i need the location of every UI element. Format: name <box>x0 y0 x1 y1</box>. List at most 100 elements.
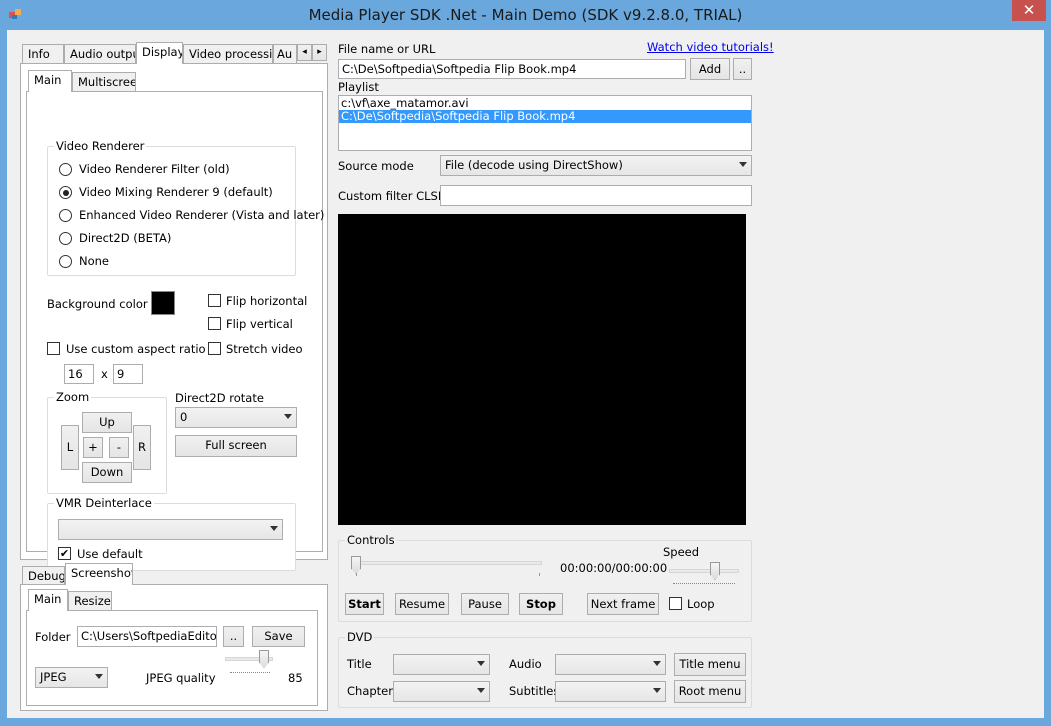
close-button[interactable]: ✕ <box>1012 0 1046 21</box>
aspect-height-input[interactable]: 9 <box>113 364 143 384</box>
speed-track[interactable] <box>669 569 739 573</box>
dvd-label: DVD <box>345 630 375 644</box>
source-mode-value: File (decode using DirectShow) <box>445 158 623 172</box>
resume-button[interactable]: Resume <box>395 593 449 615</box>
folder-label: Folder <box>35 630 71 644</box>
tab-video-processing[interactable]: Video processing <box>183 44 273 64</box>
folder-browse-button[interactable]: .. <box>223 626 244 647</box>
subtab-multiscreen[interactable]: Multiscreen <box>72 72 136 92</box>
file-url-input[interactable]: C:\De\Softpedia\Softpedia Flip Book.mp4 <box>338 59 686 79</box>
zoom-up-button[interactable]: Up <box>82 412 132 433</box>
title-menu-button[interactable]: Title menu <box>674 653 746 676</box>
video-renderer-label: Video Renderer <box>54 139 147 153</box>
screenshot-main-panel: Folder C:\Users\SoftpediaEditor\De .. Sa… <box>26 610 318 706</box>
jpeg-quality-value: 85 <box>288 671 303 685</box>
screenshot-save-button[interactable]: Save <box>252 626 305 647</box>
subtab-screenshot-main[interactable]: Main <box>28 589 68 611</box>
background-color-swatch[interactable] <box>151 291 175 315</box>
source-mode-select[interactable]: File (decode using DirectShow) <box>440 155 752 176</box>
radio-vmr9[interactable] <box>59 186 72 199</box>
tab-display[interactable]: Display <box>136 42 183 64</box>
direct2d-rotate-label: Direct2D rotate <box>175 391 264 405</box>
zoom-label: Zoom <box>54 390 92 404</box>
dvd-chapter-select[interactable] <box>393 681 490 702</box>
radio-vmr9-label: Video Mixing Renderer 9 (default) <box>79 185 273 199</box>
stretch-video-checkbox[interactable] <box>208 342 221 355</box>
zoom-left-button[interactable]: L <box>61 425 79 470</box>
tab-info[interactable]: Info <box>22 44 64 64</box>
folder-input[interactable]: C:\Users\SoftpediaEditor\De <box>77 626 217 647</box>
dvd-chapter-label: Chapter <box>347 684 393 698</box>
stretch-video-label: Stretch video <box>226 342 303 356</box>
flip-vertical-checkbox[interactable] <box>208 317 221 330</box>
radio-none[interactable] <box>59 255 72 268</box>
radio-direct2d[interactable] <box>59 232 72 245</box>
chevron-down-icon <box>739 162 747 167</box>
client-area: Info Audio output Display Video processi… <box>7 30 1044 718</box>
time-display: 00:00:00/00:00:00 <box>560 561 668 575</box>
zoom-down-button[interactable]: Down <box>82 462 132 483</box>
pause-button[interactable]: Pause <box>461 593 509 615</box>
tab-audio-output[interactable]: Audio output <box>64 44 136 64</box>
vmr-deinterlace-select[interactable] <box>58 519 283 540</box>
use-default-label: Use default <box>77 547 143 561</box>
dvd-subtitles-select[interactable] <box>555 681 666 702</box>
controls-label: Controls <box>345 533 397 547</box>
radio-vr-filter-label: Video Renderer Filter (old) <box>79 162 230 176</box>
window-title: Media Player SDK .Net - Main Demo (SDK v… <box>308 6 743 24</box>
subtab-resize[interactable]: Resize <box>68 591 112 611</box>
dvd-title-label: Title <box>347 657 372 671</box>
main-window: Media Player SDK .Net - Main Demo (SDK v… <box>0 0 1051 726</box>
background-color-label: Background color <box>47 297 148 311</box>
zoom-plus-button[interactable]: + <box>83 437 103 458</box>
speed-ticks <box>673 583 735 585</box>
flip-horizontal-checkbox[interactable] <box>208 294 221 307</box>
jpeg-quality-ticks <box>230 672 270 674</box>
file-browse-button[interactable]: .. <box>733 58 752 80</box>
speed-label: Speed <box>663 545 700 559</box>
chevron-down-icon <box>95 674 103 679</box>
chevron-down-icon <box>284 414 292 419</box>
dvd-title-select[interactable] <box>393 654 490 675</box>
tab-scroll-right-button[interactable]: ▸ <box>312 44 327 61</box>
full-screen-button[interactable]: Full screen <box>175 435 297 457</box>
playlist-item-selected[interactable]: C:\De\Softpedia\Softpedia Flip Book.mp4 <box>339 110 751 123</box>
chevron-down-icon <box>270 526 278 531</box>
tab-scroll-left-button[interactable]: ◂ <box>297 44 312 61</box>
position-track[interactable] <box>352 561 542 565</box>
file-url-label: File name or URL <box>338 42 436 56</box>
video-display[interactable] <box>338 214 746 525</box>
tab-debug[interactable]: Debug <box>22 566 65 586</box>
video-tutorials-link[interactable]: Watch video tutorials! <box>647 40 774 54</box>
zoom-right-button[interactable]: R <box>133 425 151 470</box>
dvd-audio-select[interactable] <box>555 654 666 675</box>
dvd-audio-label: Audio <box>509 657 542 671</box>
playlist-listbox[interactable]: c:\vf\axe_matamor.avi C:\De\Softpedia\So… <box>338 95 752 151</box>
use-default-checkbox[interactable]: ✔ <box>58 547 71 560</box>
jpeg-quality-thumb[interactable] <box>259 650 269 668</box>
custom-filter-input[interactable] <box>440 185 752 206</box>
aspect-separator: x <box>101 367 108 381</box>
loop-checkbox[interactable] <box>669 597 682 610</box>
loop-label: Loop <box>687 597 715 611</box>
radio-vr-filter[interactable] <box>59 163 72 176</box>
zoom-minus-button[interactable]: - <box>109 437 129 458</box>
next-frame-button[interactable]: Next frame <box>587 593 659 615</box>
add-file-button[interactable]: Add <box>690 58 730 80</box>
tab-screenshot[interactable]: Screenshot <box>65 563 133 585</box>
aspect-width-input[interactable]: 16 <box>64 364 94 384</box>
radio-evr[interactable] <box>59 209 72 222</box>
start-button[interactable]: Start <box>345 593 384 615</box>
subtab-main[interactable]: Main <box>28 70 72 92</box>
radio-none-label: None <box>79 254 110 268</box>
direct2d-rotate-value: 0 <box>180 410 188 424</box>
custom-aspect-checkbox[interactable] <box>47 342 60 355</box>
format-select[interactable]: JPEG <box>35 667 108 688</box>
direct2d-rotate-select[interactable]: 0 <box>175 407 297 428</box>
stop-button[interactable]: Stop <box>519 593 563 615</box>
custom-filter-label: Custom filter CLSID <box>338 189 451 203</box>
tab-audio-truncated[interactable]: Au <box>273 44 297 64</box>
screenshot-tab-panel: Main Resize Folder C:\Users\SoftpediaEdi… <box>20 584 328 711</box>
position-ticks <box>356 573 540 576</box>
root-menu-button[interactable]: Root menu <box>674 680 746 703</box>
